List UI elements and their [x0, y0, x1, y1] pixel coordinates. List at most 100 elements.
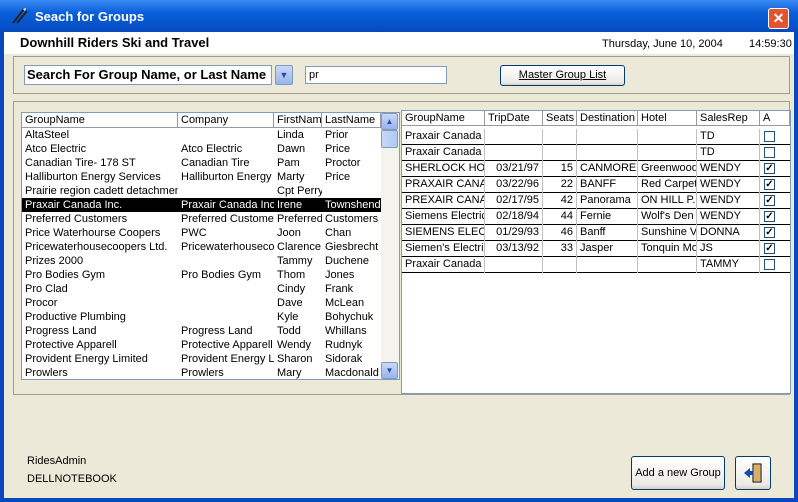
- table-cell: Jasper: [577, 241, 638, 257]
- table-cell: Rudnyk: [325, 339, 363, 351]
- table-row[interactable]: Canadian Tire- 178 ST Canadian Tire Pam Pro…: [22, 156, 382, 170]
- table-cell: Prowlers: [25, 367, 68, 379]
- table-row[interactable]: SHERLOCK HO 03/21/97 15 CANMORE Greenwood WEN…: [402, 161, 790, 177]
- active-checkbox[interactable]: ✓: [764, 195, 775, 206]
- table-cell: Tammy: [277, 255, 313, 267]
- active-checkbox[interactable]: [764, 147, 775, 158]
- table-row[interactable]: Price Waterhourse Coopers PWC Joon Chan: [22, 226, 382, 240]
- table-cell: Pricewaterhousecoopers Ltd.: [25, 241, 168, 253]
- table-row[interactable]: Praxair Canada I TD: [402, 145, 790, 161]
- active-checkbox[interactable]: ✓: [764, 211, 775, 222]
- table-cell: Cpt Perry: [277, 185, 322, 197]
- column-header[interactable]: FirstName: [274, 113, 322, 127]
- table-cell: Thom: [277, 269, 306, 281]
- table-row[interactable]: Provident Energy Limited Provident Energy…: [22, 352, 382, 366]
- column-header[interactable]: Company: [178, 113, 274, 127]
- scroll-thumb[interactable]: [381, 130, 398, 148]
- scroll-up-icon[interactable]: ▲: [381, 113, 398, 130]
- chevron-down-icon[interactable]: ▼: [275, 65, 293, 85]
- table-row[interactable]: SIEMENS ELEC 01/29/93 46 Banff Sunshine V DON…: [402, 225, 790, 241]
- title-bar[interactable]: Seach for Groups ✕: [0, 0, 798, 32]
- close-button[interactable]: ✕: [768, 8, 789, 29]
- column-header[interactable]: A: [760, 111, 790, 125]
- table-row[interactable]: Productive Plumbing Kyle Bohychuk: [22, 310, 382, 324]
- table-row[interactable]: Halliburton Energy Services Halliburton E…: [22, 170, 382, 184]
- master-group-list-button[interactable]: Master Group List: [500, 65, 625, 86]
- table-cell: [485, 145, 543, 161]
- active-checkbox[interactable]: [764, 259, 775, 270]
- table-cell: [178, 128, 274, 142]
- table-row[interactable]: Pricewaterhousecoopers Ltd. Pricewaterhou…: [22, 240, 382, 254]
- table-row[interactable]: Prowlers Prowlers Mary Macdonald: [22, 366, 382, 379]
- table-row[interactable]: Procor Dave McLean: [22, 296, 382, 310]
- search-field-label: Search For Group Name, or Last Name: [27, 67, 267, 82]
- table-cell: McLean: [325, 297, 365, 309]
- table-cell: PREXAIR CANA: [402, 193, 485, 209]
- table-row[interactable]: Prizes 2000 Tammy Duchene: [22, 254, 382, 268]
- table-cell: DONNA: [697, 225, 760, 241]
- table-row[interactable]: Praxair Canada I TD: [402, 129, 790, 145]
- table-row[interactable]: Praxair Canada Inc. Praxair Canada Inc Ire…: [22, 198, 382, 212]
- table-cell: Provident Energy L: [181, 353, 274, 365]
- scroll-down-icon[interactable]: ▼: [381, 362, 398, 379]
- table-row[interactable]: Prairie region cadett detachmen Cpt Perry: [22, 184, 382, 198]
- table-cell: [638, 129, 697, 145]
- active-checkbox[interactable]: ✓: [764, 163, 775, 174]
- table-row[interactable]: Protective Apparell Protective Apparell We…: [22, 338, 382, 352]
- search-input[interactable]: [305, 66, 447, 84]
- table-cell: Progress Land: [181, 325, 253, 337]
- table-row[interactable]: Pro Bodies Gym Pro Bodies Gym Thom Jones: [22, 268, 382, 282]
- table-cell: Todd: [277, 325, 301, 337]
- column-header[interactable]: Seats: [543, 111, 577, 125]
- column-header[interactable]: GroupName: [22, 113, 178, 127]
- column-header[interactable]: Hotel: [638, 111, 697, 125]
- table-row[interactable]: Preferred Customers Preferred Customer Pre…: [22, 212, 382, 226]
- trips-grid[interactable]: GroupName TripDate Seats Destination Hotel Sa…: [401, 110, 791, 394]
- table-row[interactable]: Siemen's Electric 03/13/92 33 Jasper Tonquin…: [402, 241, 790, 257]
- table-cell: Canadian Tire- 178 ST: [25, 157, 136, 169]
- table-cell: Preferred Customer: [181, 213, 274, 225]
- table-row[interactable]: Progress Land Progress Land Todd Whillans: [22, 324, 382, 338]
- table-cell: 44: [543, 209, 577, 225]
- table-row[interactable]: Siemens Electric 02/18/94 44 Fernie Wolf's D…: [402, 209, 790, 225]
- table-cell: [638, 145, 697, 161]
- active-checkbox[interactable]: [764, 131, 775, 142]
- column-header[interactable]: LastName: [322, 113, 381, 127]
- column-header[interactable]: SalesRep: [697, 111, 760, 125]
- header-bar: Downhill Riders Ski and Travel Thursday,…: [4, 32, 794, 54]
- current-user: RidesAdmin: [27, 455, 87, 467]
- table-row[interactable]: Praxair Canada I TAMMY: [402, 257, 790, 273]
- table-cell: Dawn: [277, 143, 306, 155]
- search-field-select[interactable]: Search For Group Name, or Last Name: [24, 65, 272, 85]
- table-cell: Praxair Canada I: [402, 145, 485, 161]
- exit-door-icon: [744, 463, 762, 483]
- active-checkbox[interactable]: ✓: [764, 179, 775, 190]
- column-header[interactable]: GroupName: [402, 111, 485, 125]
- table-cell: CANMORE: [577, 161, 638, 177]
- active-checkbox[interactable]: ✓: [764, 227, 775, 238]
- table-cell: TAMMY: [697, 257, 760, 273]
- table-cell: Price: [325, 143, 351, 155]
- table-cell: TD: [697, 129, 760, 145]
- table-cell: BANFF: [577, 177, 638, 193]
- table-row[interactable]: Atco Electric Atco Electric Dawn Price: [22, 142, 382, 156]
- column-header[interactable]: Destination: [577, 111, 638, 125]
- table-row[interactable]: PREXAIR CANA 02/17/95 42 Panorama ON HILL P.…: [402, 193, 790, 209]
- table-cell: [178, 282, 274, 296]
- table-cell: WENDY: [697, 161, 760, 177]
- table-row[interactable]: Pro Clad Cindy Frank: [22, 282, 382, 296]
- table-row[interactable]: PRAXAIR CANA 03/22/96 22 BANFF Red Carpet WEN…: [402, 177, 790, 193]
- vertical-scrollbar[interactable]: ▲ ▼: [381, 113, 399, 379]
- column-header[interactable]: TripDate: [485, 111, 543, 125]
- table-cell: Praxair Canada Inc: [181, 199, 274, 211]
- table-cell: Linda: [277, 129, 304, 141]
- exit-button[interactable]: [735, 456, 771, 490]
- table-cell: 33: [543, 241, 577, 257]
- table-cell: Wolf's Den: [638, 209, 697, 225]
- table-cell: Tonquin Mo: [638, 241, 697, 257]
- active-checkbox[interactable]: ✓: [764, 243, 775, 254]
- groups-grid[interactable]: GroupNameCompanyFirstNameLastName AltaSt…: [21, 112, 400, 380]
- table-cell: Red Carpet: [638, 177, 697, 193]
- add-group-button[interactable]: Add a new Group: [631, 456, 725, 490]
- table-row[interactable]: AltaSteel Linda Prior: [22, 128, 382, 142]
